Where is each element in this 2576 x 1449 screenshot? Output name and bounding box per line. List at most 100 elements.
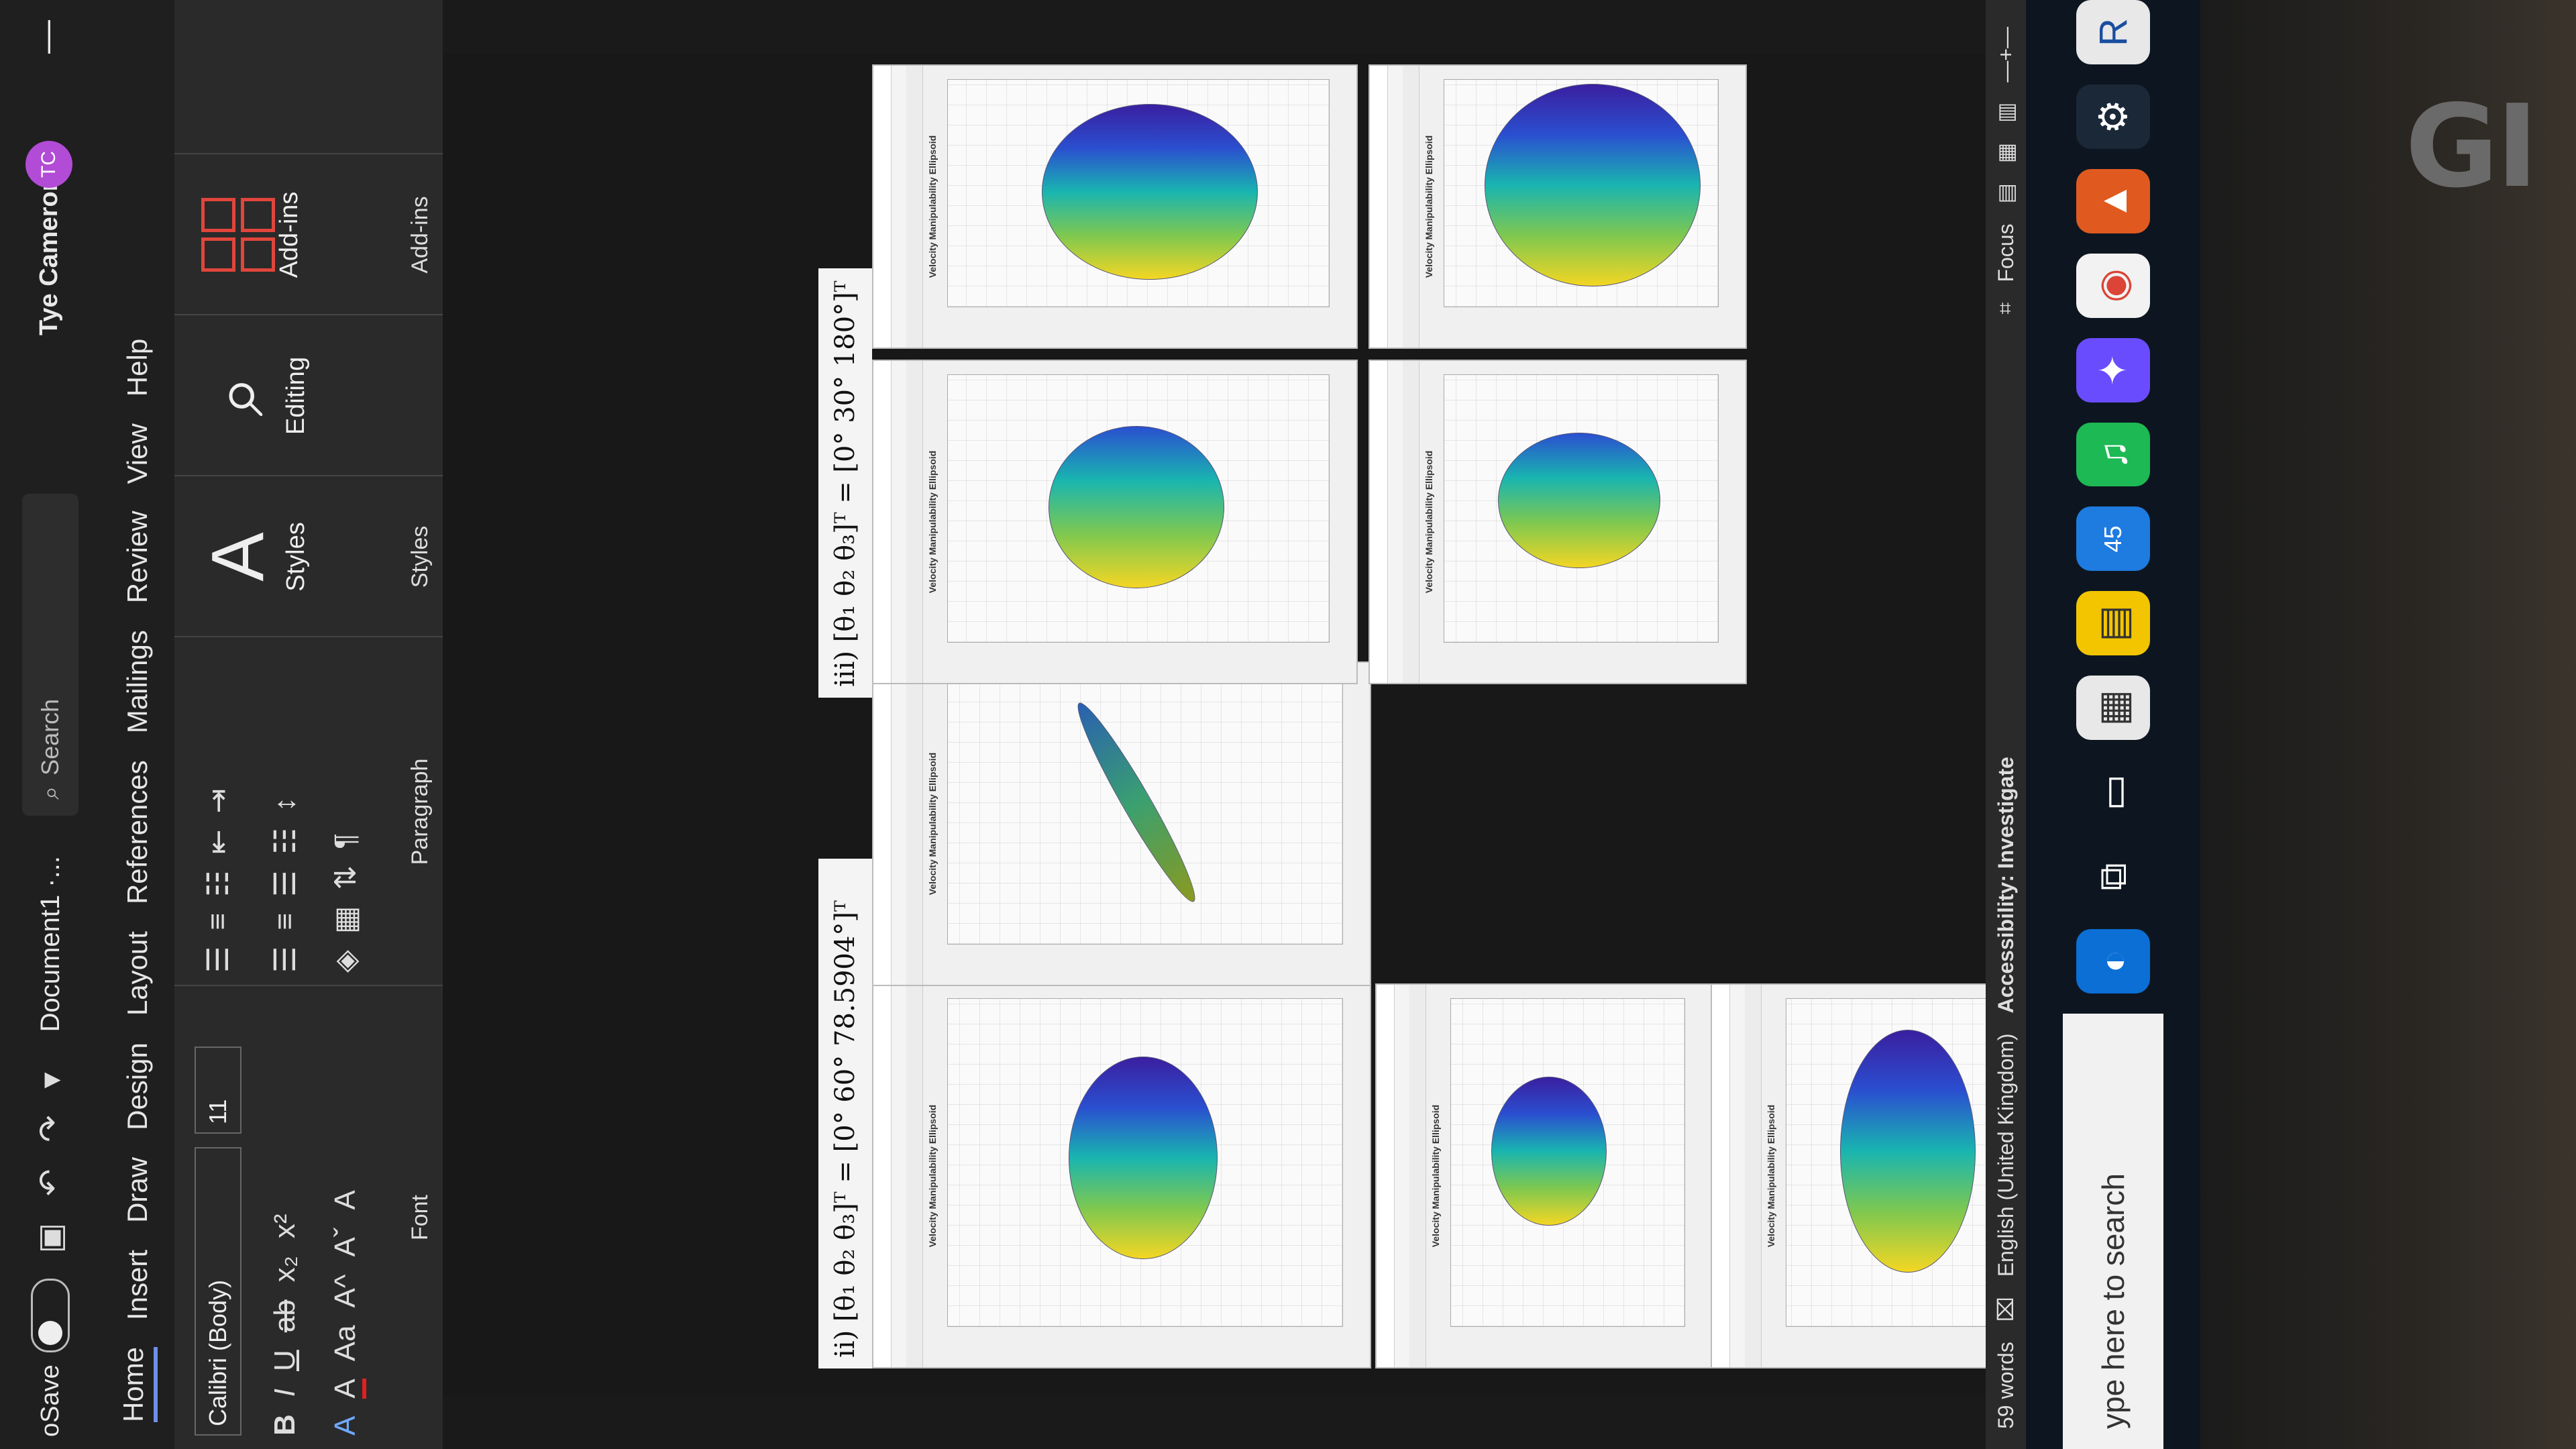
messenger-icon[interactable]: ✦ xyxy=(2076,337,2150,402)
save-icon[interactable]: ▣ xyxy=(32,1223,69,1253)
increase-indent-icon[interactable]: ⇥ xyxy=(201,789,235,814)
tab-references[interactable]: References xyxy=(121,760,154,904)
bold-button[interactable]: B xyxy=(268,1414,302,1436)
clear-format-button[interactable]: A xyxy=(329,1190,366,1210)
tab-review[interactable]: Review xyxy=(121,511,154,603)
app-r-icon[interactable]: R xyxy=(2076,0,2150,64)
proofing-icon[interactable]: ⌧ xyxy=(1993,1297,2019,1322)
sort-icon[interactable]: ⇅ xyxy=(329,865,363,890)
text-effects-button[interactable]: A xyxy=(329,1416,366,1436)
addins-group-label: Add-ins xyxy=(407,196,433,274)
change-case-button[interactable]: Aa xyxy=(329,1325,366,1361)
italic-button[interactable]: I xyxy=(268,1389,302,1397)
addins-icon xyxy=(201,198,275,272)
tab-draw[interactable]: Draw xyxy=(121,1157,154,1223)
autosave-toggle[interactable] xyxy=(31,1279,70,1353)
multilevel-list-icon[interactable]: ☷ xyxy=(201,870,235,896)
figure-window[interactable]: Velocity Manipulability Ellipsoid xyxy=(1375,983,1713,1368)
redo-icon[interactable]: ↷ xyxy=(32,1115,69,1142)
minimize-button[interactable]: — xyxy=(27,20,66,54)
search-placeholder: Search xyxy=(36,698,64,775)
tab-layout[interactable]: Layout xyxy=(121,931,154,1016)
find-icon: ⌕ xyxy=(197,375,279,417)
tab-insert[interactable]: Insert xyxy=(121,1250,154,1320)
ribbon: Calibri (Body) 11 B I U ab x₂ x² A A Aa … xyxy=(174,0,443,1449)
subscript-button[interactable]: x₂ xyxy=(268,1256,302,1282)
borders-icon[interactable]: ▦ xyxy=(329,906,363,934)
autosave-label: oSave xyxy=(36,1364,64,1437)
spotify-icon[interactable]: ♫ xyxy=(2076,422,2150,487)
accessibility-status[interactable]: Accessibility: Investigate xyxy=(1994,757,2019,1013)
word-count[interactable]: 59 words xyxy=(1994,1342,2019,1429)
font-name-select[interactable]: Calibri (Body) xyxy=(195,1147,241,1436)
plot-axes xyxy=(947,79,1330,307)
steam-icon[interactable]: ⚙ xyxy=(2076,84,2150,149)
editing-label: Editing xyxy=(282,356,310,435)
superscript-button[interactable]: x² xyxy=(268,1214,302,1239)
font-size-select[interactable]: 11 xyxy=(195,1046,241,1134)
document-page[interactable]: ii) [θ₁ θ₂ θ₃]ᵀ = [0° 60° 78.5904°]ᵀ iii… xyxy=(443,54,2133,1395)
font-group-label: Font xyxy=(407,1194,433,1241)
avatar[interactable]: TC xyxy=(25,141,72,188)
equation-ii: ii) [θ₁ θ₂ θ₃]ᵀ = [0° 60° 78.5904°]ᵀ xyxy=(818,859,872,1368)
tab-help[interactable]: Help xyxy=(121,339,154,396)
undo-icon[interactable]: ↶ xyxy=(32,1169,69,1196)
editing-button[interactable]: ⌕ Editing xyxy=(195,329,311,463)
focus-label[interactable]: Focus xyxy=(1994,223,2019,282)
align-center-icon[interactable]: ≡ xyxy=(268,913,303,930)
taskbar-search-input[interactable]: ype here to search xyxy=(2063,1013,2163,1449)
calendar-icon[interactable]: ▦ xyxy=(2076,676,2150,741)
numbering-icon[interactable]: ≡ xyxy=(201,913,235,930)
grow-font-button[interactable]: A^ xyxy=(329,1274,366,1307)
font-color-button[interactable]: A xyxy=(329,1379,366,1399)
addins-button[interactable]: Add-ins xyxy=(195,168,304,302)
cortana-icon[interactable]: ◐ xyxy=(2076,929,2150,994)
zoom-slider[interactable]: —+— xyxy=(1994,27,2019,83)
bullets-icon[interactable]: ☰ xyxy=(201,947,235,973)
status-right: ⌗ Focus ▤ ▦ ▥ —+— xyxy=(1986,27,2026,315)
figure-window[interactable]: Velocity Manipulability Ellipsoid xyxy=(872,661,1371,986)
ellipsoid xyxy=(1498,433,1660,568)
tab-design[interactable]: Design xyxy=(121,1042,154,1130)
terminal-icon[interactable]: ▭ xyxy=(2076,760,2150,824)
justify-icon[interactable]: ☷ xyxy=(268,828,303,854)
matlab-icon[interactable]: ▲ xyxy=(2076,168,2150,233)
document-area: ii) [θ₁ θ₂ θ₃]ᵀ = [0° 60° 78.5904°]ᵀ iii… xyxy=(443,0,2133,1449)
task-view-icon[interactable]: ⧉ xyxy=(2076,845,2150,909)
shading-icon[interactable]: ◈ xyxy=(329,950,363,973)
tab-mailings[interactable]: Mailings xyxy=(121,630,154,733)
print-layout-icon[interactable]: ▦ xyxy=(1993,143,2019,163)
language-status[interactable]: English (United Kingdom) xyxy=(1994,1033,2019,1277)
figure-window[interactable]: Velocity Manipulability Ellipsoid xyxy=(872,983,1371,1368)
mail-icon[interactable]: 45 xyxy=(2076,506,2150,572)
mail-badge: 45 xyxy=(2099,525,2127,553)
tab-view[interactable]: View xyxy=(121,423,154,484)
figure-window[interactable]: Velocity Manipulability Ellipsoid xyxy=(1368,360,1747,684)
line-spacing-icon[interactable]: ↕ xyxy=(268,797,303,812)
read-mode-icon[interactable]: ▤ xyxy=(1993,183,2019,203)
decrease-indent-icon[interactable]: ⇤ xyxy=(201,830,235,855)
web-layout-icon[interactable]: ▥ xyxy=(1993,103,2019,123)
focus-icon[interactable]: ⌗ xyxy=(1993,303,2019,315)
customize-qat-icon[interactable]: ▾ xyxy=(32,1072,69,1088)
figure-window[interactable]: Velocity Manipulability Ellipsoid xyxy=(872,360,1358,684)
show-marks-icon[interactable]: ¶ xyxy=(329,833,363,849)
align-right-icon[interactable]: ☰ xyxy=(268,870,303,896)
file-explorer-icon[interactable]: ▤ xyxy=(2076,591,2150,656)
styles-button[interactable]: A Styles xyxy=(195,490,311,624)
search-input[interactable]: ⌕ Search xyxy=(22,494,78,816)
shrink-font-button[interactable]: Aˇ xyxy=(329,1227,366,1256)
strikethrough-button[interactable]: ab xyxy=(268,1299,302,1332)
figure-window[interactable]: Velocity Manipulability Ellipsoid xyxy=(1368,64,1747,349)
styles-group: A Styles Styles xyxy=(174,475,443,637)
paragraph-row-1: ☰ ≡ ☷ ⇤ ⇥ xyxy=(201,789,235,973)
underline-button[interactable]: U xyxy=(268,1350,302,1371)
figure-title: Velocity Manipulability Ellipsoid xyxy=(927,135,938,278)
tab-home[interactable]: Home xyxy=(117,1346,158,1422)
document-title[interactable]: Document1 ·... xyxy=(36,856,66,1032)
figure-window[interactable]: Velocity Manipulability Ellipsoid xyxy=(872,64,1358,349)
paragraph-group: ☰ ≡ ☷ ⇤ ⇥ ☰ ≡ ☰ ☷ ↕ ◈ ▦ ⇅ ¶ Paragraph xyxy=(174,636,443,986)
align-left-icon[interactable]: ☰ xyxy=(268,947,303,973)
user-name[interactable]: Tye Cameron xyxy=(35,176,64,335)
chrome-icon[interactable]: ◉ xyxy=(2076,253,2150,318)
